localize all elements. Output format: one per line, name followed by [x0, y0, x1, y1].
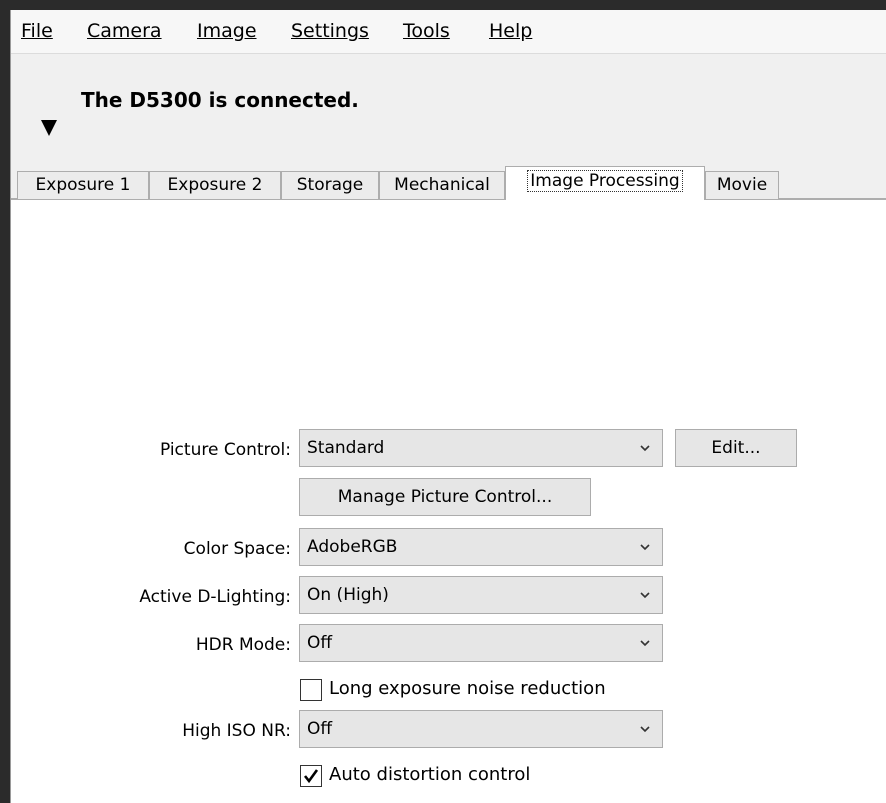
- menu-camera[interactable]: Camera: [87, 20, 162, 42]
- tab-bar: Exposure 1 Exposure 2 Storage Mechanical…: [11, 166, 886, 200]
- auto-distortion-checkbox-row[interactable]: Auto distortion control: [300, 764, 640, 790]
- color-space-select[interactable]: AdobeRGB: [299, 528, 663, 566]
- color-space-label: Color Space:: [183, 539, 291, 559]
- chevron-down-icon: [640, 544, 650, 551]
- menu-file[interactable]: File: [21, 20, 53, 42]
- chevron-down-icon: [640, 726, 650, 733]
- menu-image[interactable]: Image: [197, 20, 257, 42]
- hdr-mode-select[interactable]: Off: [299, 624, 663, 662]
- tab-mechanical[interactable]: Mechanical: [379, 171, 505, 199]
- menu-settings[interactable]: Settings: [291, 20, 369, 42]
- menu-help[interactable]: Help: [489, 20, 532, 42]
- menubar: File Camera Image Settings Tools Help: [11, 10, 886, 54]
- active-d-lighting-select[interactable]: On (High): [299, 576, 663, 614]
- connection-status: The D5300 is connected.: [81, 88, 359, 112]
- image-processing-panel: Picture Control: Standard Edit... Manage…: [11, 199, 886, 803]
- auto-distortion-label: Auto distortion control: [329, 764, 531, 785]
- high-iso-nr-label: High ISO NR:: [182, 721, 291, 741]
- camera-control-window: File Camera Image Settings Tools Help Th…: [10, 10, 886, 803]
- chevron-down-icon: [640, 445, 650, 452]
- picture-control-select[interactable]: Standard: [299, 429, 663, 467]
- picture-control-label: Picture Control:: [159, 440, 291, 460]
- edit-picture-control-button[interactable]: Edit...: [675, 429, 797, 467]
- active-d-lighting-label: Active D-Lighting:: [139, 587, 291, 607]
- long-exposure-nr-label: Long exposure noise reduction: [329, 678, 606, 699]
- chevron-down-icon: [640, 640, 650, 647]
- tab-exposure-2[interactable]: Exposure 2: [149, 171, 281, 199]
- triangle-down-icon[interactable]: [41, 120, 57, 136]
- auto-distortion-checkbox[interactable]: [300, 765, 322, 787]
- long-exposure-nr-checkbox-row[interactable]: Long exposure noise reduction: [300, 678, 640, 704]
- tab-image-processing[interactable]: Image Processing: [505, 166, 705, 200]
- manage-picture-control-button[interactable]: Manage Picture Control...: [299, 478, 591, 516]
- chevron-down-icon: [640, 592, 650, 599]
- tab-storage[interactable]: Storage: [281, 171, 379, 199]
- hdr-mode-label: HDR Mode:: [195, 635, 291, 655]
- tab-movie[interactable]: Movie: [705, 171, 779, 199]
- checkmark-icon: [303, 769, 319, 784]
- menu-tools[interactable]: Tools: [403, 20, 450, 42]
- high-iso-nr-select[interactable]: Off: [299, 710, 663, 748]
- tab-exposure-1[interactable]: Exposure 1: [17, 171, 149, 199]
- long-exposure-nr-checkbox[interactable]: [300, 679, 322, 701]
